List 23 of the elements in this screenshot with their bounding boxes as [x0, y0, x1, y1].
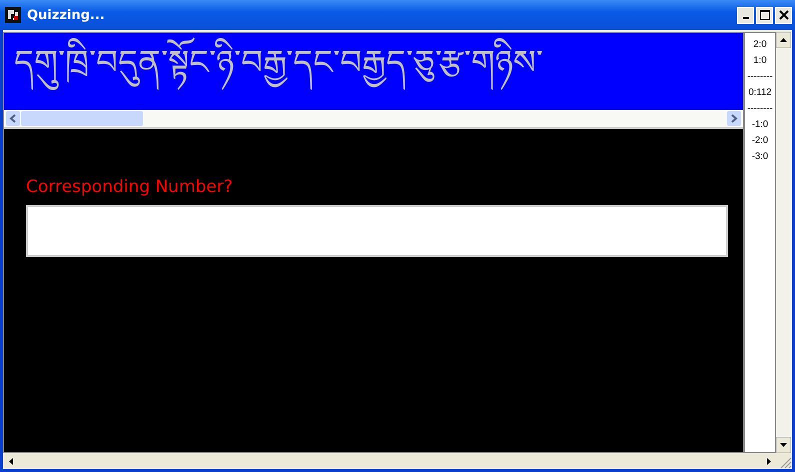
horizontal-scrollbar[interactable] — [4, 110, 743, 129]
question-label: Corresponding Number? — [26, 177, 234, 197]
window-title: Quizzing... — [27, 8, 106, 22]
vertical-scrollbar[interactable] — [776, 32, 792, 453]
maximize-button[interactable] — [756, 6, 773, 24]
tibetan-number-text: དགུ་ཁྲི་བདུན་སྟོང་ཉི་བརྒྱ་དང་བརྒྱད་ཅུ་རྩ་གཉིས་ — [14, 33, 543, 110]
score-entry: -------- — [747, 102, 773, 116]
score-entry: -1:0 — [752, 118, 768, 132]
score-entry: -------- — [747, 70, 773, 84]
maximize-icon — [760, 10, 770, 20]
score-entry: -2:0 — [752, 134, 768, 148]
scroll-thumb[interactable] — [21, 111, 143, 126]
score-entry: -3:0 — [752, 150, 768, 164]
minimize-button[interactable] — [737, 6, 754, 24]
score-entry: 0:112 — [748, 86, 772, 100]
close-button[interactable] — [775, 6, 792, 24]
score-entry: 2:0 — [753, 38, 767, 52]
scroll-down-icon[interactable] — [776, 437, 791, 453]
scroll-up-icon[interactable] — [776, 32, 791, 48]
close-icon — [778, 10, 788, 20]
answer-field[interactable] — [26, 205, 728, 257]
score-entry: 1:0 — [753, 54, 767, 68]
app-icon — [5, 7, 21, 23]
